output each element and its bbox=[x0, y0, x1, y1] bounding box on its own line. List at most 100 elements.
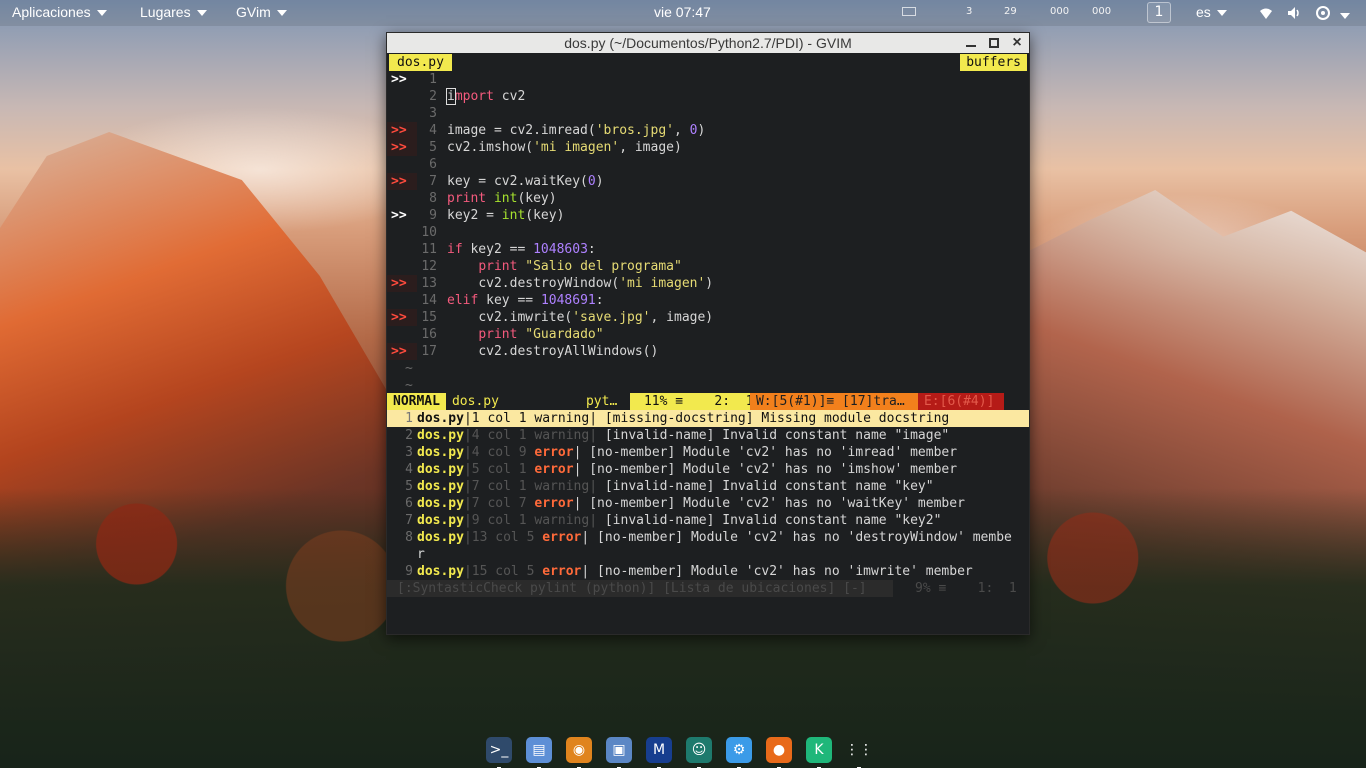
code-line[interactable]: print int(key) bbox=[447, 190, 557, 207]
code-line[interactable]: key2 = int(key) bbox=[447, 207, 564, 224]
line-number: 1 bbox=[429, 72, 437, 87]
line-number: 14 bbox=[421, 293, 437, 308]
location-list[interactable]: 1 dos.py |1 col 1 warning| [missing-docstr… bbox=[387, 410, 1029, 580]
code-text: ) bbox=[595, 174, 604, 189]
sign-column bbox=[387, 258, 417, 275]
empty-line-marker: ~ bbox=[405, 378, 413, 393]
line-number: 3 bbox=[429, 106, 437, 121]
tab-dos-py[interactable]: dos.py bbox=[389, 54, 452, 71]
code-line[interactable]: cv2.imshow('mi imagen', image) bbox=[447, 139, 682, 156]
power-icon[interactable] bbox=[1315, 5, 1331, 21]
location-row-message: [invalid-name] Invalid constant name "ke… bbox=[597, 479, 934, 494]
kotlin-icon[interactable]: K bbox=[806, 737, 832, 768]
applications-menu[interactable]: Aplicaciones bbox=[12, 4, 107, 20]
workspace-indicator[interactable]: 1 bbox=[1147, 2, 1171, 23]
code-text: : bbox=[587, 242, 596, 257]
editor-pane[interactable]: >> 1 2 iimportmport cv2 3 >> 4 image = cv2.i… bbox=[387, 71, 1029, 393]
code-text: cv2.destroyAllWindows() bbox=[478, 344, 659, 359]
location-list-status-left: [:SyntasticCheck pylint (python)] [Lista… bbox=[387, 580, 893, 597]
window-titlebar[interactable]: dos.py (~/Documentos/Python2.7/PDI) - GV… bbox=[387, 33, 1029, 53]
location-list-row[interactable]: r bbox=[387, 546, 1029, 563]
tabline: dos.py buffers bbox=[387, 53, 1029, 71]
blender-icon[interactable]: ◉ bbox=[566, 737, 592, 768]
location-list-row[interactable]: 4 dos.py |5 col 1 error | [no-member] Modul… bbox=[387, 461, 1029, 478]
code-text: ) bbox=[697, 123, 706, 138]
location-row-file: dos.py bbox=[417, 513, 464, 528]
terminal-icon[interactable]: >_ bbox=[486, 737, 512, 768]
location-list-row[interactable]: 2 dos.py |4 col 1 warning| [invalid-name] … bbox=[387, 427, 1029, 444]
sign-column bbox=[387, 88, 417, 105]
location-list-row[interactable]: 3 dos.py |4 col 9 error | [no-member] Modul… bbox=[387, 444, 1029, 461]
location-row-position: |7 col 7 bbox=[463, 496, 535, 511]
code-line[interactable]: print "Guardado" bbox=[447, 326, 603, 343]
location-list-row[interactable]: 9 dos.py |15 col 5 error | [no-member] Modu… bbox=[387, 563, 1029, 580]
code-line[interactable]: print "Salio del programa" bbox=[447, 258, 682, 275]
code-line[interactable]: image = cv2.imread('bros.jpg', 0) bbox=[447, 122, 705, 139]
sign-column bbox=[387, 190, 417, 207]
code-text: cv2.destroyWindow( bbox=[478, 276, 620, 291]
code-line[interactable]: if key2 == 1048603: bbox=[447, 241, 596, 258]
code-line[interactable]: elif key == 1048691: bbox=[447, 292, 604, 309]
location-row-message: r bbox=[417, 547, 425, 562]
keyword: print bbox=[447, 191, 487, 206]
line-number: 9 bbox=[429, 208, 437, 223]
keyword: print bbox=[478, 327, 518, 342]
app-menu[interactable]: GVim bbox=[236, 4, 287, 20]
empty-line-marker: ~ bbox=[405, 361, 413, 376]
location-row-file: dos.py bbox=[417, 530, 464, 545]
code-text: cv2 bbox=[493, 89, 526, 104]
builtin: int bbox=[493, 191, 518, 206]
code-text: , image) bbox=[650, 310, 714, 325]
location-list-row[interactable]: 5 dos.py |7 col 1 warning| [invalid-name] … bbox=[387, 478, 1029, 495]
mode-indicator: NORMAL bbox=[387, 393, 446, 410]
builtin: int bbox=[501, 208, 526, 223]
wifi-icon[interactable] bbox=[1258, 5, 1274, 21]
status-warnings: W:[5(#1)]≡ [17]tra… bbox=[749, 393, 918, 410]
location-row-error-tag: error bbox=[534, 444, 574, 461]
indicator-value-4: 000 bbox=[1092, 6, 1112, 17]
code-line[interactable]: iimportmport cv2 bbox=[446, 88, 526, 105]
virtualbox-icon[interactable]: ▣ bbox=[606, 737, 632, 768]
settings-icon-glyph: ⚙ bbox=[732, 742, 746, 758]
location-list-row[interactable]: 6 dos.py |7 col 7 error | [no-member] Modul… bbox=[387, 495, 1029, 512]
minimize-button[interactable] bbox=[965, 37, 977, 49]
location-row-position: |5 col 1 bbox=[463, 462, 535, 477]
clock[interactable]: vie 07:47 bbox=[654, 4, 711, 20]
window-title: dos.py (~/Documentos/Python2.7/PDI) - GV… bbox=[564, 35, 852, 51]
line-number: 4 bbox=[429, 123, 437, 138]
chevron-down-icon[interactable] bbox=[1340, 13, 1350, 19]
teacher-icon[interactable]: ☺ bbox=[686, 737, 712, 768]
keyword: elif bbox=[447, 293, 479, 308]
firefox-icon[interactable]: ● bbox=[766, 737, 792, 768]
malwarebytes-icon[interactable]: M bbox=[646, 737, 672, 768]
location-row-number bbox=[387, 546, 417, 563]
location-list-row[interactable]: 7 dos.py |9 col 1 warning| [invalid-name] … bbox=[387, 512, 1029, 529]
string-literal: 'bros.jpg' bbox=[595, 123, 674, 138]
location-list-row[interactable]: 1 dos.py |1 col 1 warning| [missing-docstr… bbox=[387, 410, 1029, 427]
code-line[interactable]: cv2.destroyAllWindows() bbox=[447, 343, 658, 360]
error-sign: >> bbox=[387, 173, 417, 190]
volume-icon[interactable] bbox=[1286, 5, 1302, 21]
location-list-row[interactable]: 8 dos.py |13 col 5 error | [no-member] Modu… bbox=[387, 529, 1029, 546]
buffers-label[interactable]: buffers bbox=[960, 54, 1027, 71]
code-line[interactable]: cv2.imwrite('save.jpg', image) bbox=[447, 309, 713, 326]
places-menu[interactable]: Lugares bbox=[140, 4, 207, 20]
location-row-number: 8 bbox=[405, 530, 413, 545]
status-filename: dos.py bbox=[445, 393, 586, 410]
line-number: 17 bbox=[421, 344, 437, 359]
maximize-button[interactable] bbox=[989, 38, 999, 48]
files-icon[interactable]: ▤ bbox=[526, 737, 552, 768]
keyboard-layout-menu[interactable]: es bbox=[1196, 4, 1227, 20]
location-row-file: dos.py bbox=[417, 496, 464, 511]
settings-icon[interactable]: ⚙ bbox=[726, 737, 752, 768]
keyword: print bbox=[478, 259, 518, 274]
close-button[interactable]: × bbox=[1011, 35, 1023, 51]
app-grid-icon[interactable]: ⋮⋮ bbox=[845, 737, 873, 768]
code-line[interactable]: key = cv2.waitKey(0) bbox=[447, 173, 604, 190]
code-line[interactable]: cv2.destroyWindow('mi imagen') bbox=[447, 275, 713, 292]
warning-sign: >> bbox=[391, 72, 407, 87]
location-row-message: | [no-member] Module 'cv2' has no 'imwri… bbox=[581, 564, 973, 579]
location-row-file: dos.py bbox=[417, 564, 464, 579]
